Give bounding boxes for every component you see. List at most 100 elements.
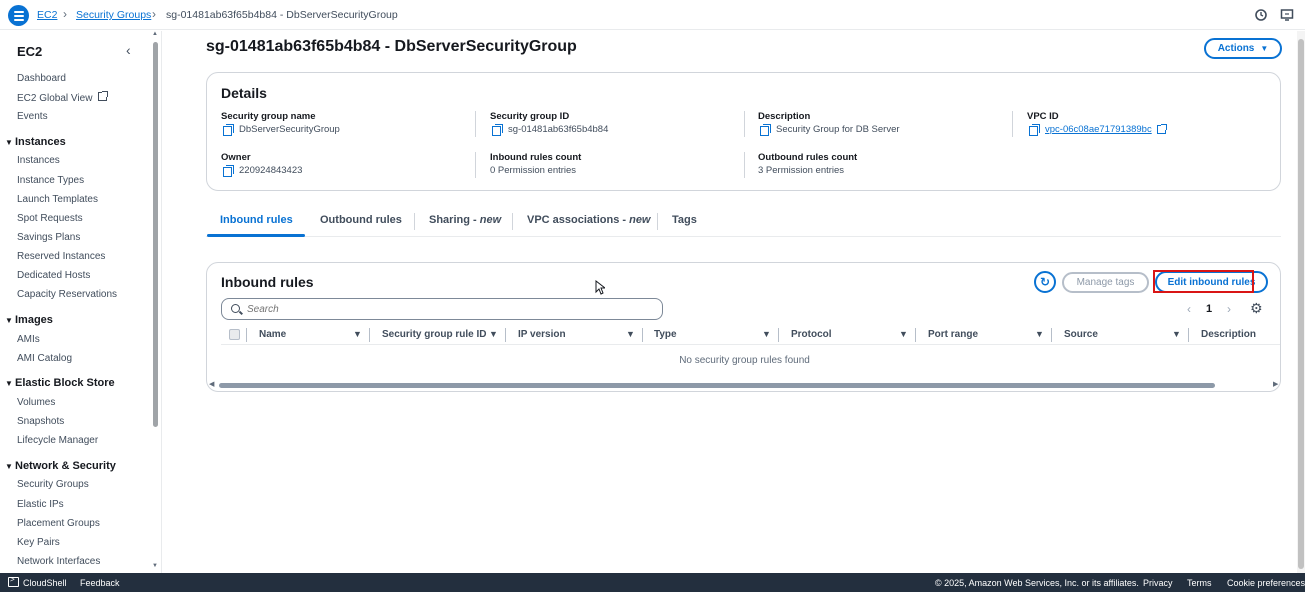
tab-tags[interactable]: Tags — [672, 214, 697, 226]
sort-caret-icon[interactable]: ▼ — [762, 329, 771, 339]
tab-outbound-rules[interactable]: Outbound rules — [320, 214, 402, 226]
breadcrumb-security-groups[interactable]: Security Groups — [76, 9, 151, 21]
tab-separator — [657, 213, 658, 230]
detail-label-vpc-id: VPC ID — [1027, 111, 1059, 122]
detail-label-owner: Owner — [221, 152, 251, 163]
search-input[interactable] — [247, 302, 647, 316]
clock-icon[interactable] — [1254, 8, 1268, 22]
search-field[interactable] — [221, 298, 663, 320]
feedback-screen-icon[interactable] — [1280, 8, 1294, 22]
main-vertical-scrollbar[interactable] — [1297, 31, 1305, 573]
tab-inbound-rules[interactable]: Inbound rules — [220, 214, 293, 226]
sidebar-section-label: Instances — [15, 136, 66, 148]
sidebar-item-instance-types[interactable]: Instance Types — [17, 175, 84, 186]
copy-icon[interactable] — [223, 124, 234, 136]
select-all-checkbox[interactable] — [229, 329, 240, 340]
next-page-chevron-icon[interactable]: › — [1227, 302, 1231, 316]
edit-inbound-rules-button[interactable]: Edit inbound rules — [1155, 271, 1268, 293]
column-header-ip-version[interactable]: IP version — [518, 329, 566, 340]
manage-tags-button[interactable]: Manage tags — [1062, 272, 1149, 293]
tab-sharing[interactable]: Sharing - new — [429, 214, 501, 226]
sidebar-item-elastic-ips[interactable]: Elastic IPs — [17, 499, 64, 510]
sidebar-item-events[interactable]: Events — [17, 111, 48, 122]
sort-caret-icon[interactable]: ▼ — [1172, 329, 1181, 339]
scroll-down-arrow-icon[interactable]: ▼ — [152, 563, 158, 569]
terms-link[interactable]: Terms — [1187, 578, 1212, 588]
column-separator[interactable] — [369, 328, 370, 342]
column-separator[interactable] — [505, 328, 506, 342]
sidebar-item-dashboard[interactable]: Dashboard — [17, 73, 66, 84]
column-header-type[interactable]: Type — [654, 329, 677, 340]
column-separator[interactable] — [642, 328, 643, 342]
cookie-preferences-link[interactable]: Cookie preferences — [1227, 578, 1305, 588]
copy-icon[interactable] — [223, 165, 234, 177]
collapse-sidebar-chevron-icon[interactable]: ‹ — [126, 42, 131, 58]
copy-icon[interactable] — [760, 124, 771, 136]
sidebar-item-launch-templates[interactable]: Launch Templates — [17, 194, 98, 205]
copy-icon[interactable] — [492, 124, 503, 136]
refresh-button[interactable]: ↻ — [1034, 271, 1056, 293]
sidebar-item-spot-requests[interactable]: Spot Requests — [17, 213, 83, 224]
breadcrumb-ec2[interactable]: EC2 — [37, 9, 57, 21]
sidebar-item-ec2-global-view[interactable]: EC2 Global View — [17, 91, 109, 104]
sidebar-item-key-pairs[interactable]: Key Pairs — [17, 537, 60, 548]
sidebar-section-images[interactable]: ▼ Images — [5, 314, 53, 326]
column-separator[interactable] — [1188, 328, 1189, 342]
copy-icon[interactable] — [1029, 124, 1040, 136]
sort-caret-icon[interactable]: ▼ — [1035, 329, 1044, 339]
sidebar-item-volumes[interactable]: Volumes — [17, 397, 55, 408]
column-header-rule-id[interactable]: Security group rule ID — [382, 329, 486, 340]
vpc-id-link[interactable]: vpc-06c08ae71791389bc — [1045, 124, 1152, 135]
cloudshell-icon[interactable] — [8, 575, 19, 587]
sidebar-item-network-interfaces[interactable]: Network Interfaces — [17, 556, 100, 567]
sidebar-item-security-groups[interactable]: Security Groups — [17, 479, 89, 490]
sidebar-item-placement-groups[interactable]: Placement Groups — [17, 518, 100, 529]
detail-value-text: Security Group for DB Server — [776, 124, 900, 135]
sidebar-item-lifecycle-manager[interactable]: Lifecycle Manager — [17, 435, 98, 446]
gear-icon[interactable]: ⚙ — [1250, 301, 1264, 315]
sidebar-item-ami-catalog[interactable]: AMI Catalog — [17, 353, 72, 364]
horizontal-scrollbar-thumb[interactable] — [219, 383, 1215, 388]
sort-caret-icon[interactable]: ▼ — [626, 329, 635, 339]
column-header-port-range[interactable]: Port range — [928, 329, 978, 340]
sidebar-section-network-security[interactable]: ▼ Network & Security — [5, 460, 116, 472]
column-separator[interactable] — [1051, 328, 1052, 342]
cloudshell-link[interactable]: CloudShell — [23, 578, 67, 588]
sidebar-item-dedicated-hosts[interactable]: Dedicated Hosts — [17, 270, 90, 281]
detail-label-sg-id: Security group ID — [490, 111, 570, 122]
sidebar-item-reserved-instances[interactable]: Reserved Instances — [17, 251, 105, 262]
sidebar-scrollbar-thumb[interactable] — [153, 42, 158, 427]
column-header-name[interactable]: Name — [259, 329, 286, 340]
scroll-up-arrow-icon[interactable]: ▲ — [152, 31, 158, 37]
sort-caret-icon[interactable]: ▼ — [489, 329, 498, 339]
sidebar-section-instances[interactable]: ▼ Instances — [5, 136, 66, 148]
privacy-link[interactable]: Privacy — [1143, 578, 1173, 588]
actions-button-label: Actions — [1217, 43, 1255, 54]
table-horizontal-scrollbar[interactable]: ◀ ▶ — [209, 380, 1279, 389]
feedback-link[interactable]: Feedback — [80, 578, 120, 588]
column-header-source[interactable]: Source — [1064, 329, 1098, 340]
sidebar-item-snapshots[interactable]: Snapshots — [17, 416, 64, 427]
page-number[interactable]: 1 — [1206, 303, 1212, 315]
sidebar-item-savings-plans[interactable]: Savings Plans — [17, 232, 80, 243]
scroll-right-arrow-icon[interactable]: ▶ — [1273, 380, 1278, 388]
sidebar-scrollbar[interactable]: ▲ ▼ — [152, 31, 159, 570]
sidebar-item-amis[interactable]: AMIs — [17, 334, 40, 345]
column-header-protocol[interactable]: Protocol — [791, 329, 832, 340]
sidebar-item-instances[interactable]: Instances — [17, 155, 60, 166]
tab-vpc-associations[interactable]: VPC associations - new — [527, 214, 651, 226]
actions-button[interactable]: Actions ▼ — [1204, 38, 1282, 59]
sort-caret-icon[interactable]: ▼ — [353, 329, 362, 339]
scroll-left-arrow-icon[interactable]: ◀ — [209, 380, 214, 388]
main-scrollbar-thumb[interactable] — [1298, 39, 1304, 569]
column-separator[interactable] — [915, 328, 916, 342]
external-link-icon — [98, 91, 109, 101]
column-separator[interactable] — [778, 328, 779, 342]
detail-value-vpc-id[interactable]: vpc-06c08ae71791389bc — [1029, 124, 1167, 136]
hamburger-menu-icon[interactable] — [8, 5, 29, 26]
column-header-description[interactable]: Description — [1201, 329, 1256, 340]
sidebar-item-capacity-reservations[interactable]: Capacity Reservations — [17, 289, 117, 300]
sidebar-section-elastic-block-store[interactable]: ▼ Elastic Block Store — [5, 377, 115, 389]
sort-caret-icon[interactable]: ▼ — [899, 329, 908, 339]
previous-page-chevron-icon[interactable]: ‹ — [1187, 302, 1191, 316]
